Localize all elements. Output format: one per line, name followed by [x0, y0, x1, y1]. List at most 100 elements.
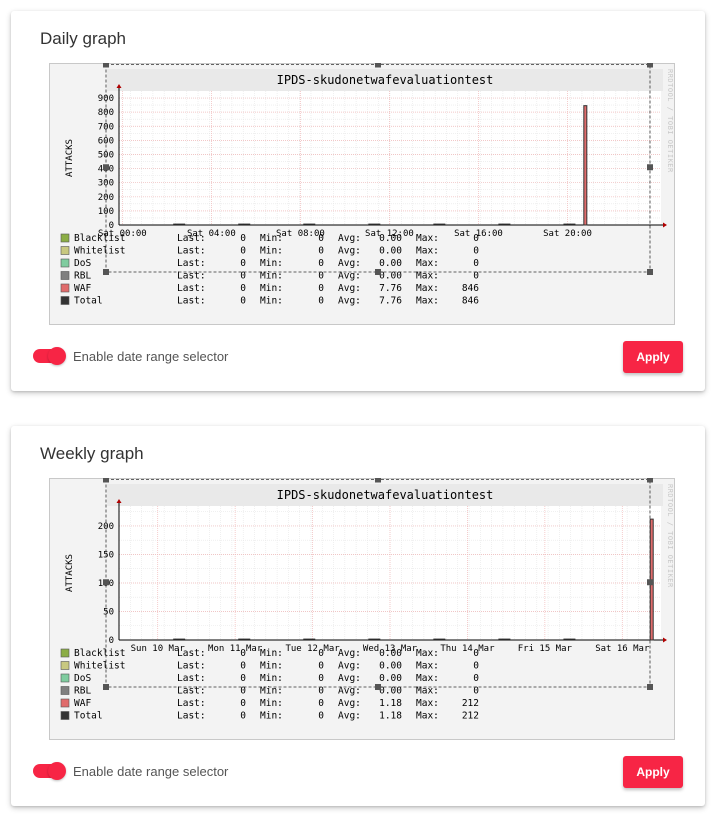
daily-legend-swatch	[60, 246, 70, 255]
daily-legend-last-label: Last:	[177, 258, 206, 269]
weekly-selection-handle[interactable]	[103, 579, 109, 586]
toggle-knob	[48, 347, 66, 365]
weekly-watermark: RRDTOOL / TOBI OETIKER	[666, 484, 674, 588]
daily-legend-name: Blacklist	[74, 233, 125, 244]
weekly-legend-min-label: Min:	[260, 673, 283, 684]
daily-legend-name: WAF	[74, 283, 91, 294]
daily-legend-name: DoS	[74, 258, 91, 269]
weekly-legend-last-label: Last:	[177, 648, 206, 659]
weekly-date-range-label: Enable date range selector	[73, 764, 229, 779]
weekly-selection-handle[interactable]	[103, 478, 109, 483]
weekly-selection-handle[interactable]	[375, 684, 381, 690]
weekly-legend-avg-label: Avg:	[338, 648, 361, 659]
weekly-legend-swatch	[60, 698, 70, 708]
weekly-legend-max-label: Max:	[416, 711, 439, 722]
weekly-legend-avg-label: Avg:	[338, 673, 361, 684]
daily-legend-min-value: 0	[318, 233, 324, 244]
weekly-legend-name: Total	[74, 711, 103, 722]
weekly-x-tick-label: Sat 16 Mar	[595, 644, 650, 654]
daily-legend-max-value: 846	[462, 296, 479, 307]
daily-legend-avg-label: Avg:	[338, 233, 361, 244]
weekly-legend-last-label: Last:	[177, 711, 206, 722]
daily-legend-max-label: Max:	[416, 283, 439, 294]
daily-legend-min-label: Min:	[260, 246, 283, 257]
weekly-graph-title: Weekly graph	[40, 444, 144, 463]
weekly-selection-handle[interactable]	[647, 478, 653, 483]
daily-legend-max-value: 846	[462, 283, 479, 294]
daily-legend-last-value: 0	[240, 283, 246, 294]
weekly-legend-last-value: 0	[240, 698, 246, 709]
weekly-legend-avg-value: 0.00	[379, 661, 402, 672]
daily-selection-handle[interactable]	[647, 269, 653, 275]
daily-selection-handle[interactable]	[375, 63, 381, 68]
daily-legend-last-value: 0	[240, 246, 246, 257]
daily-legend-min-value: 0	[318, 283, 324, 294]
weekly-y-tick-label: 50	[103, 607, 114, 617]
daily-data-spike	[583, 105, 588, 226]
daily-apply-button[interactable]: Apply	[623, 341, 683, 373]
daily-legend-avg-label: Avg:	[338, 296, 361, 307]
daily-legend-avg-value: 7.76	[379, 296, 402, 307]
weekly-legend-min-label: Min:	[260, 711, 283, 722]
daily-watermark: RRDTOOL / TOBI OETIKER	[666, 69, 674, 173]
daily-legend-max-label: Max:	[416, 258, 439, 269]
daily-chart-svg: IPDS-skudonetwafevaluationtest RRDTOOL / …	[49, 63, 675, 325]
daily-legend-avg-label: Avg:	[338, 283, 361, 294]
weekly-legend-last-label: Last:	[177, 673, 206, 684]
weekly-legend-swatch	[60, 686, 70, 695]
weekly-selection-handle[interactable]	[103, 684, 109, 690]
weekly-legend-name: DoS	[74, 673, 91, 684]
daily-legend-avg-value: 0.00	[379, 246, 402, 257]
daily-legend-min-label: Min:	[260, 233, 283, 244]
weekly-date-range-toggle[interactable]	[33, 762, 66, 780]
daily-legend-avg-value: 0.00	[379, 258, 402, 269]
weekly-legend-max-value: 0	[473, 673, 479, 684]
weekly-legend-min-value: 0	[318, 648, 324, 659]
daily-selection-handle[interactable]	[103, 164, 109, 171]
daily-legend-max-label: Max:	[416, 296, 439, 307]
weekly-x-tick-label: Mon 11 Mar	[208, 644, 263, 654]
daily-legend-swatch	[60, 258, 70, 268]
weekly-legend-last-value: 0	[240, 648, 246, 659]
daily-y-axis-label: ATTACKS	[65, 139, 75, 177]
weekly-legend-swatch	[60, 673, 70, 683]
weekly-legend-max-label: Max:	[416, 661, 439, 672]
weekly-legend-max-value: 0	[473, 648, 479, 659]
weekly-legend-swatch	[60, 711, 70, 720]
weekly-legend-min-label: Min:	[260, 648, 283, 659]
daily-selection-handle[interactable]	[375, 269, 381, 275]
weekly-apply-button[interactable]: Apply	[623, 756, 683, 788]
daily-selection-handle[interactable]	[103, 63, 109, 68]
weekly-legend-avg-label: Avg:	[338, 661, 361, 672]
daily-selection-handle[interactable]	[103, 269, 109, 275]
weekly-legend-min-label: Min:	[260, 698, 283, 709]
weekly-graph-card: Weekly graph IPDS-skudonetwafevaluationt…	[11, 426, 705, 806]
daily-graph-title: Daily graph	[40, 29, 126, 48]
daily-legend-min-label: Min:	[260, 258, 283, 269]
weekly-legend-avg-value: 1.18	[379, 711, 402, 722]
weekly-legend-last-value: 0	[240, 711, 246, 722]
weekly-legend-name: RBL	[74, 686, 91, 697]
weekly-x-tick-label: Fri 15 Mar	[518, 644, 573, 654]
daily-legend-min-value: 0	[318, 258, 324, 269]
daily-selection-handle[interactable]	[647, 164, 653, 171]
weekly-legend-last-value: 0	[240, 661, 246, 672]
daily-legend-min-label: Min:	[260, 296, 283, 307]
weekly-selection-handle[interactable]	[647, 579, 653, 586]
weekly-legend-min-value: 0	[318, 673, 324, 684]
weekly-selection-handle[interactable]	[375, 478, 381, 483]
daily-legend-max-value: 0	[473, 258, 479, 269]
weekly-selection-handle[interactable]	[647, 684, 653, 690]
daily-legend-max-value: 0	[473, 233, 479, 244]
daily-legend-min-value: 0	[318, 246, 324, 257]
daily-legend-name: RBL	[74, 271, 91, 282]
daily-selection-handle[interactable]	[647, 63, 653, 68]
weekly-legend-avg-value: 0.00	[379, 673, 402, 684]
daily-chart-title: IPDS-skudonetwafevaluationtest	[277, 73, 494, 87]
weekly-legend-min-value: 0	[318, 698, 324, 709]
daily-date-range-label: Enable date range selector	[73, 349, 229, 364]
daily-date-range-toggle[interactable]	[33, 347, 66, 365]
daily-x-tick-label: Sat 20:00	[543, 229, 592, 239]
daily-legend-max-value: 0	[473, 246, 479, 257]
weekly-legend-min-value: 0	[318, 711, 324, 722]
